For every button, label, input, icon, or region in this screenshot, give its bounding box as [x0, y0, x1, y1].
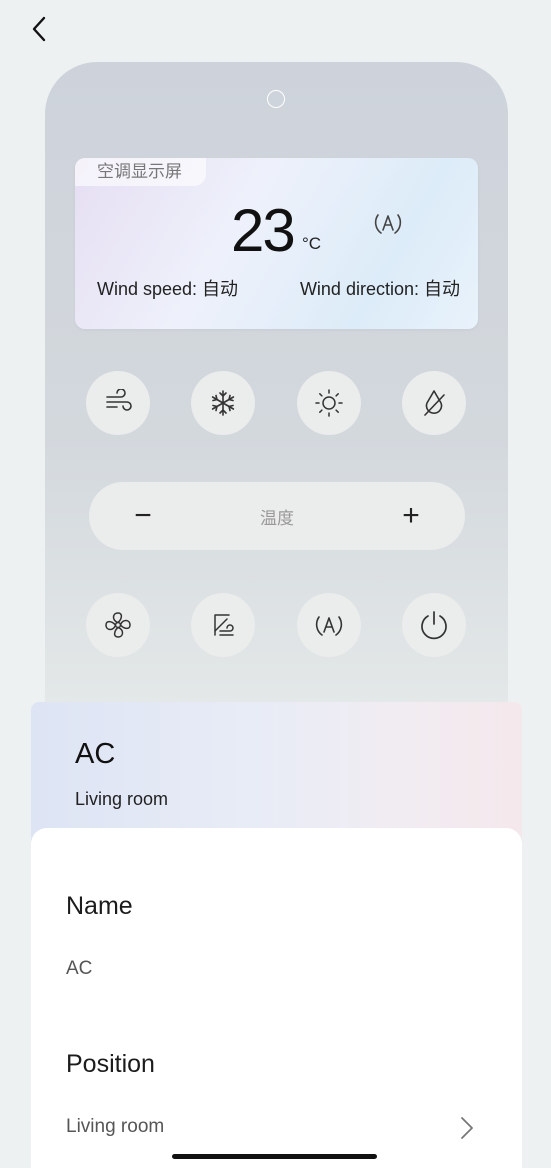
display-tag: 空调显示屏 — [75, 158, 206, 186]
position-value[interactable]: Living room — [66, 1116, 164, 1138]
home-indicator — [172, 1154, 377, 1159]
heat-mode-button[interactable] — [297, 371, 361, 435]
temperature-increase-button[interactable]: + — [391, 496, 431, 536]
auto-mode-indicator-icon — [374, 214, 402, 234]
auto-mode-icon — [315, 616, 343, 636]
chevron-left-icon — [32, 16, 46, 42]
temperature-control: − 温度 + — [89, 482, 465, 550]
temperature-label: 温度 — [260, 508, 294, 528]
remote-sensor-indicator — [267, 90, 285, 108]
minus-icon: − — [134, 499, 152, 532]
temperature-decrease-button[interactable]: − — [123, 496, 163, 536]
cool-mode-button[interactable] — [191, 371, 255, 435]
wind-mode-button[interactable] — [86, 371, 150, 435]
fan-button[interactable] — [86, 593, 150, 657]
wind-icon — [106, 389, 132, 411]
dry-icon — [424, 390, 445, 416]
back-button[interactable] — [24, 12, 54, 46]
wind-speed-status: Wind speed: 自动 — [97, 279, 239, 299]
device-header-card: AC Living room — [31, 702, 522, 842]
auto-mode-button[interactable] — [297, 593, 361, 657]
power-button[interactable] — [402, 593, 466, 657]
name-value[interactable]: AC — [66, 958, 92, 980]
ac-display-screen: 空调显示屏 23 °C Wind speed: 自动 Wind directio… — [75, 158, 478, 329]
dry-mode-button[interactable] — [402, 371, 466, 435]
wind-direction-status: Wind direction: 自动 — [299, 279, 460, 299]
snowflake-icon — [211, 390, 235, 416]
fan-icon — [105, 612, 131, 638]
position-label: Position — [66, 1050, 155, 1078]
temperature-unit: °C — [302, 234, 322, 253]
chevron-right-icon[interactable] — [460, 1116, 474, 1140]
name-label: Name — [66, 892, 133, 920]
temperature-value: 23 — [231, 197, 296, 264]
swing-button[interactable] — [191, 593, 255, 657]
device-name: AC — [75, 738, 116, 770]
ac-remote-panel: 空调显示屏 23 °C Wind speed: 自动 Wind directio… — [45, 62, 508, 742]
device-settings-sheet: Name AC Position Living room — [31, 828, 522, 1168]
swing-icon — [214, 614, 234, 636]
device-room: Living room — [75, 789, 169, 809]
power-icon — [421, 611, 447, 640]
sun-icon — [315, 389, 343, 417]
plus-icon: + — [402, 499, 420, 532]
